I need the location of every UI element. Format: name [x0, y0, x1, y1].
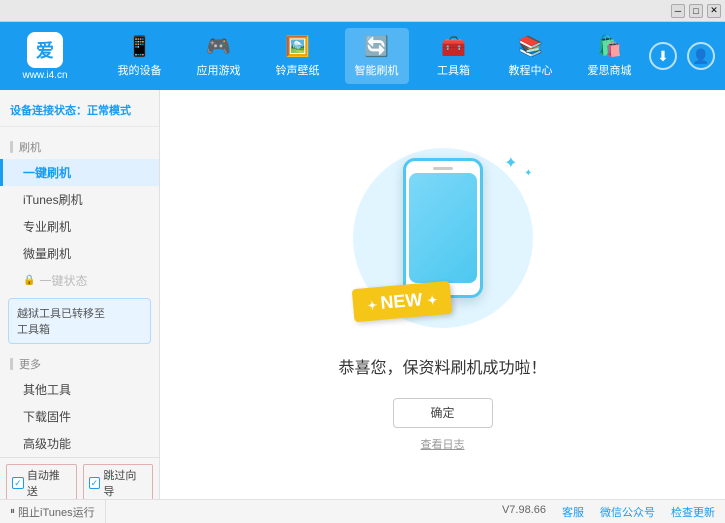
logo[interactable]: 爱 www.i4.cn: [10, 32, 80, 81]
logo-icon: 爱: [27, 32, 63, 68]
phone-illustration: ✦ ✦ NEW: [343, 138, 543, 338]
device-nav-icon: 📱: [127, 34, 152, 59]
confirm-button[interactable]: 确定: [393, 398, 493, 428]
sidebar-item-onekey-status: 🔒 一键状态: [0, 267, 159, 294]
nav-label-apps: 应用游戏: [197, 62, 241, 78]
sidebar-item-micro[interactable]: 微量刷机: [0, 240, 159, 267]
nav-item-flash[interactable]: 🔄 智能刷机: [345, 28, 409, 84]
checkboxes-container: ✓ 自动推送 ✓ 跳过向导: [0, 457, 159, 499]
user-button[interactable]: 👤: [687, 42, 715, 70]
status-label: 设备连接状态：: [10, 105, 87, 117]
status-value: 正常模式: [87, 105, 131, 117]
sparkle-icon-1: ✦: [504, 153, 517, 173]
checkbox-auto-send[interactable]: ✓ 自动推送: [6, 464, 77, 499]
nav-label-wallpaper: 铃声壁纸: [276, 62, 320, 78]
nav-item-device[interactable]: 📱 我的设备: [108, 28, 172, 84]
nav-item-tutorial[interactable]: 📚 教程中心: [499, 28, 563, 84]
checkbox-skip-wizard[interactable]: ✓ 跳过向导: [83, 464, 154, 499]
revisit-log-link[interactable]: 查看日志: [421, 436, 465, 452]
header: 爱 www.i4.cn 📱 我的设备 🎮 应用游戏 🖼️ 铃声壁纸 🔄 智能刷机…: [0, 22, 725, 90]
logo-url: www.i4.cn: [22, 70, 67, 81]
sidebar-item-onekey[interactable]: 一键刷机: [0, 159, 159, 186]
section-flash-label: 刷机: [0, 135, 159, 159]
phone-device: [403, 158, 483, 298]
nav-item-apps[interactable]: 🎮 应用游戏: [187, 28, 251, 84]
tools-nav-icon: 🧰: [441, 34, 466, 59]
itunes-status: ⏸ 阻止iTunes运行: [0, 500, 106, 523]
sidebar-item-download[interactable]: 下载固件: [0, 403, 159, 430]
sidebar-item-advanced[interactable]: 高级功能: [0, 430, 159, 457]
status-bar: ⏸ 阻止iTunes运行 V7.98.66 客服 微信公众号 检查更新: [0, 499, 725, 523]
wechat-link[interactable]: 微信公众号: [600, 504, 655, 520]
sidebar-item-pro[interactable]: 专业刷机: [0, 213, 159, 240]
title-bar: ─ □ ✕: [0, 0, 725, 22]
minimize-button[interactable]: ─: [671, 4, 685, 18]
nav-item-mall[interactable]: 🛍️ 爱思商城: [578, 28, 642, 84]
skip-wizard-checkbox[interactable]: ✓: [89, 477, 101, 489]
nav-item-tools[interactable]: 🧰 工具箱: [424, 28, 484, 84]
nav-label-device: 我的设备: [118, 62, 162, 78]
nav-label-tutorial: 教程中心: [509, 62, 553, 78]
sidebar: 设备连接状态：正常模式 刷机 一键刷机 iTunes刷机 专业刷机 微量刷机 🔒…: [0, 90, 160, 499]
sparkle-icon-2: ✦: [524, 168, 532, 179]
nav-bar: 📱 我的设备 🎮 应用游戏 🖼️ 铃声壁纸 🔄 智能刷机 🧰 工具箱 📚 教程中…: [100, 28, 649, 84]
sidebar-item-other[interactable]: 其他工具: [0, 376, 159, 403]
phone-speaker: [433, 167, 453, 170]
nav-label-mall: 爱思商城: [588, 62, 632, 78]
status-right: V7.98.66 客服 微信公众号 检查更新: [492, 504, 725, 520]
sidebar-item-itunes[interactable]: iTunes刷机: [0, 186, 159, 213]
sidebar-notice: 越狱工具已转移至 工具箱: [8, 298, 151, 344]
skip-wizard-label: 跳过向导: [103, 467, 147, 499]
phone-screen: [409, 173, 477, 283]
nav-label-tools: 工具箱: [437, 62, 470, 78]
content-area: ✦ ✦ NEW 恭喜您，保资料刷机成功啦！ 确定 查看日志: [160, 90, 725, 499]
apps-nav-icon: 🎮: [206, 34, 231, 59]
header-right: ⬇ 👤: [649, 42, 715, 70]
connection-status: 设备连接状态：正常模式: [0, 98, 159, 127]
section-more-label: 更多: [0, 352, 159, 376]
success-text: 恭喜您，保资料刷机成功啦！: [338, 354, 546, 378]
auto-send-label: 自动推送: [27, 467, 71, 499]
window-controls: ─ □ ✕: [671, 4, 721, 18]
maximize-button[interactable]: □: [689, 4, 703, 18]
nav-item-wallpaper[interactable]: 🖼️ 铃声壁纸: [266, 28, 330, 84]
service-link[interactable]: 客服: [562, 504, 584, 520]
nav-label-flash: 智能刷机: [355, 62, 399, 78]
wallpaper-nav-icon: 🖼️: [285, 34, 310, 59]
download-button[interactable]: ⬇: [649, 42, 677, 70]
flash-nav-icon: 🔄: [364, 34, 389, 59]
version-label: V7.98.66: [502, 504, 546, 520]
update-link[interactable]: 检查更新: [671, 504, 715, 520]
auto-send-checkbox[interactable]: ✓: [12, 477, 24, 489]
tutorial-nav-icon: 📚: [518, 34, 543, 59]
mall-nav-icon: 🛍️: [597, 34, 622, 59]
close-button[interactable]: ✕: [707, 4, 721, 18]
